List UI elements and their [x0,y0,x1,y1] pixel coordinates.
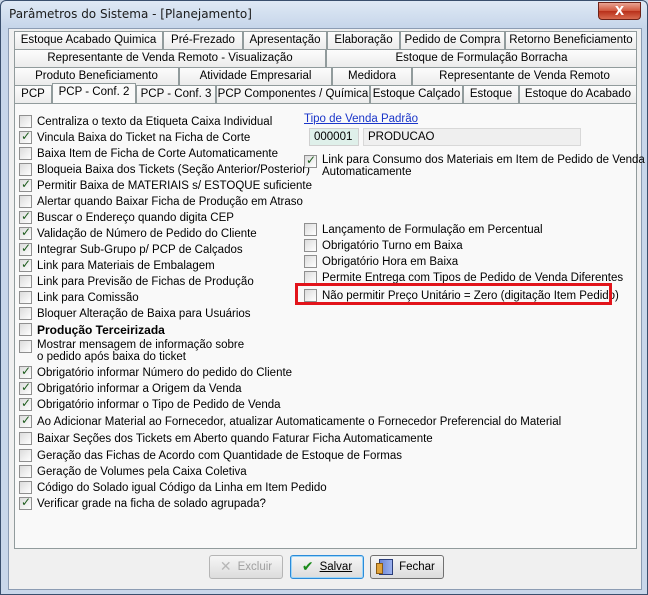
checkbox[interactable] [19,195,32,208]
checkbox[interactable] [19,209,32,224]
checkbox[interactable] [19,364,32,379]
option-baixa-item-ficha[interactable]: Baixa Item de Ficha de Corte Automaticam… [19,146,278,161]
option-codigo-solado-linha[interactable]: Código do Solado igual Código da Linha e… [19,480,327,495]
checkbox[interactable] [304,223,317,236]
tab-apresentacao[interactable]: Apresentação [243,31,327,49]
checkbox[interactable] [19,177,32,192]
option-bloqueia-baixa-tickets[interactable]: Bloqueia Baixa dos Tickets (Seção Anteri… [19,162,310,177]
option-alertar-ficha-atraso[interactable]: Alertar quando Baixar Ficha de Produção … [19,194,303,209]
checkbox[interactable] [19,147,32,160]
tab-pre-frezado[interactable]: Pré-Frezado [163,31,243,49]
checkbox[interactable] [19,465,32,478]
delete-icon: ✕ [219,559,232,575]
checkbox[interactable] [304,153,317,168]
checkbox[interactable] [19,307,32,320]
option-atualizar-fornecedor-preferencial[interactable]: Ao Adicionar Material ao Fornecedor, atu… [19,413,561,429]
tab-medidora[interactable]: Medidora [332,67,412,85]
window: Parâmetros do Sistema - [Planejamento] X… [0,0,648,595]
option-permitir-baixa-materiais[interactable]: Permitir Baixa de MATERIAIS s/ ESTOQUE s… [19,177,312,193]
tab-representante-venda-remoto[interactable]: Representante de Venda Remoto [412,67,637,85]
tipo-venda-code-field[interactable]: 000001 [309,128,359,146]
option-verificar-grade-solado[interactable]: Verificar grade na ficha de solado agrup… [19,495,266,511]
highlight-box [295,283,612,305]
option-geracao-fichas-estoque-formas[interactable]: Geração das Fichas de Acordo com Quantid… [19,448,402,463]
tab-representante-remoto-visualizacao[interactable]: Representante de Venda Remoto - Visualiz… [14,49,326,67]
option-link-consumo-materiais[interactable]: Link para Consumo dos Materiais em Item … [304,153,645,182]
option-validacao-numero-pedido[interactable]: Validação de Número de Pedido do Cliente [19,225,257,241]
tab-estoque-formulacao-borracha[interactable]: Estoque de Formulação Borracha [326,49,637,67]
checkbox[interactable] [19,432,32,445]
checkbox[interactable] [304,255,317,268]
option-buscar-endereco-cep[interactable]: Buscar o Endereço quando digita CEP [19,209,234,225]
checkbox[interactable] [19,163,32,176]
option-baixar-secoes-tickets[interactable]: Baixar Seções dos Tickets em Aberto quan… [19,431,433,446]
close-icon: X [614,4,625,18]
exit-door-icon [376,559,394,575]
close-button[interactable]: X [598,2,641,20]
checkbox[interactable] [19,323,32,336]
tab-estoque-acabado-quimica[interactable]: Estoque Acabado Quimica [14,31,163,49]
tab-pcp-componentes-quimica[interactable]: PCP Componentes / Química [216,85,370,103]
checkbox[interactable] [19,340,32,353]
tab-pcp-conf-2[interactable]: PCP - Conf. 2 [52,83,136,103]
check-icon: ✔ [301,559,314,575]
checkbox[interactable] [19,275,32,288]
checkbox[interactable] [19,241,32,256]
option-vincula-baixa-ticket[interactable]: Vincula Baixa do Ticket na Ficha de Cort… [19,129,250,145]
option-geracao-volumes-caixa[interactable]: Geração de Volumes pela Caixa Coletiva [19,464,247,479]
checkbox[interactable] [19,115,32,128]
tab-panel-pcp-conf-2: Centraliza o texto da Etiqueta Caixa Ind… [14,103,645,549]
tab-estoque-do-acabado[interactable]: Estoque do Acabado [519,85,637,103]
option-obrigatorio-origem-venda[interactable]: Obrigatório informar a Origem da Venda [19,380,242,396]
checkbox[interactable] [19,257,32,272]
option-obrigatorio-tipo-pedido[interactable]: Obrigatório informar o Tipo de Pedido de… [19,396,281,412]
tab-estoque[interactable]: Estoque [463,85,519,103]
option-link-previsao-fichas[interactable]: Link para Previsão de Fichas de Produção [19,274,254,289]
tab-pcp-conf-3[interactable]: PCP - Conf. 3 [136,85,216,103]
option-producao-terceirizada[interactable]: Produção Terceirizada [19,322,165,337]
salvar-button[interactable]: ✔ Salvar [290,555,364,579]
checkbox[interactable] [19,481,32,494]
excluir-button[interactable]: ✕ Excluir [209,555,283,579]
option-bloquer-alteracao-baixa[interactable]: Bloquer Alteração de Baixa para Usuários [19,306,251,321]
option-mostrar-mensagem[interactable]: Mostrar mensagem de informação sobre o pe… [19,339,244,367]
checkbox[interactable] [19,396,32,411]
tab-retorno-beneficiamento[interactable]: Retorno Beneficiamento [505,31,637,49]
option-integrar-sub-grupo[interactable]: Integrar Sub-Grupo p/ PCP de Calçados [19,241,243,257]
checkbox[interactable] [19,129,32,144]
checkbox[interactable] [19,413,32,428]
checkbox[interactable] [19,380,32,395]
tab-elaboracao[interactable]: Elaboração [327,31,400,49]
option-lancamento-formulacao-percentual[interactable]: Lançamento de Formulação em Percentual [304,222,543,237]
checkbox[interactable] [19,495,32,510]
option-link-comissao[interactable]: Link para Comissão [19,290,139,305]
option-obrigatorio-numero-pedido[interactable]: Obrigatório informar Número do pedido do… [19,364,292,380]
option-obrigatorio-turno-baixa[interactable]: Obrigatório Turno em Baixa [304,238,463,253]
tab-atividade-empresarial[interactable]: Atividade Empresarial [179,67,332,85]
option-obrigatorio-hora-baixa[interactable]: Obrigatório Hora em Baixa [304,254,458,269]
option-link-materiais-embalagem[interactable]: Link para Materiais de Embalagem [19,257,215,273]
window-title: Parâmetros do Sistema - [Planejamento] [9,7,252,21]
option-centraliza-texto[interactable]: Centraliza o texto da Etiqueta Caixa Ind… [19,114,272,129]
tipo-venda-padrao-link[interactable]: Tipo de Venda Padrão [304,113,418,125]
checkbox[interactable] [304,239,317,252]
checkbox[interactable] [19,449,32,462]
tab-pedido-de-compra[interactable]: Pedido de Compra [400,31,505,49]
fechar-button[interactable]: Fechar [370,555,444,579]
tab-estoque-calcado[interactable]: Estoque Calçado [370,85,463,103]
client-area: Estoque Acabado Quimica Pré-Frezado Apre… [8,28,645,590]
checkbox[interactable] [19,225,32,240]
title-bar[interactable]: Parâmetros do Sistema - [Planejamento] X [1,1,647,29]
checkbox[interactable] [19,291,32,304]
tab-pcp[interactable]: PCP [14,85,52,103]
tipo-venda-name-field: PRODUCAO [363,128,581,146]
